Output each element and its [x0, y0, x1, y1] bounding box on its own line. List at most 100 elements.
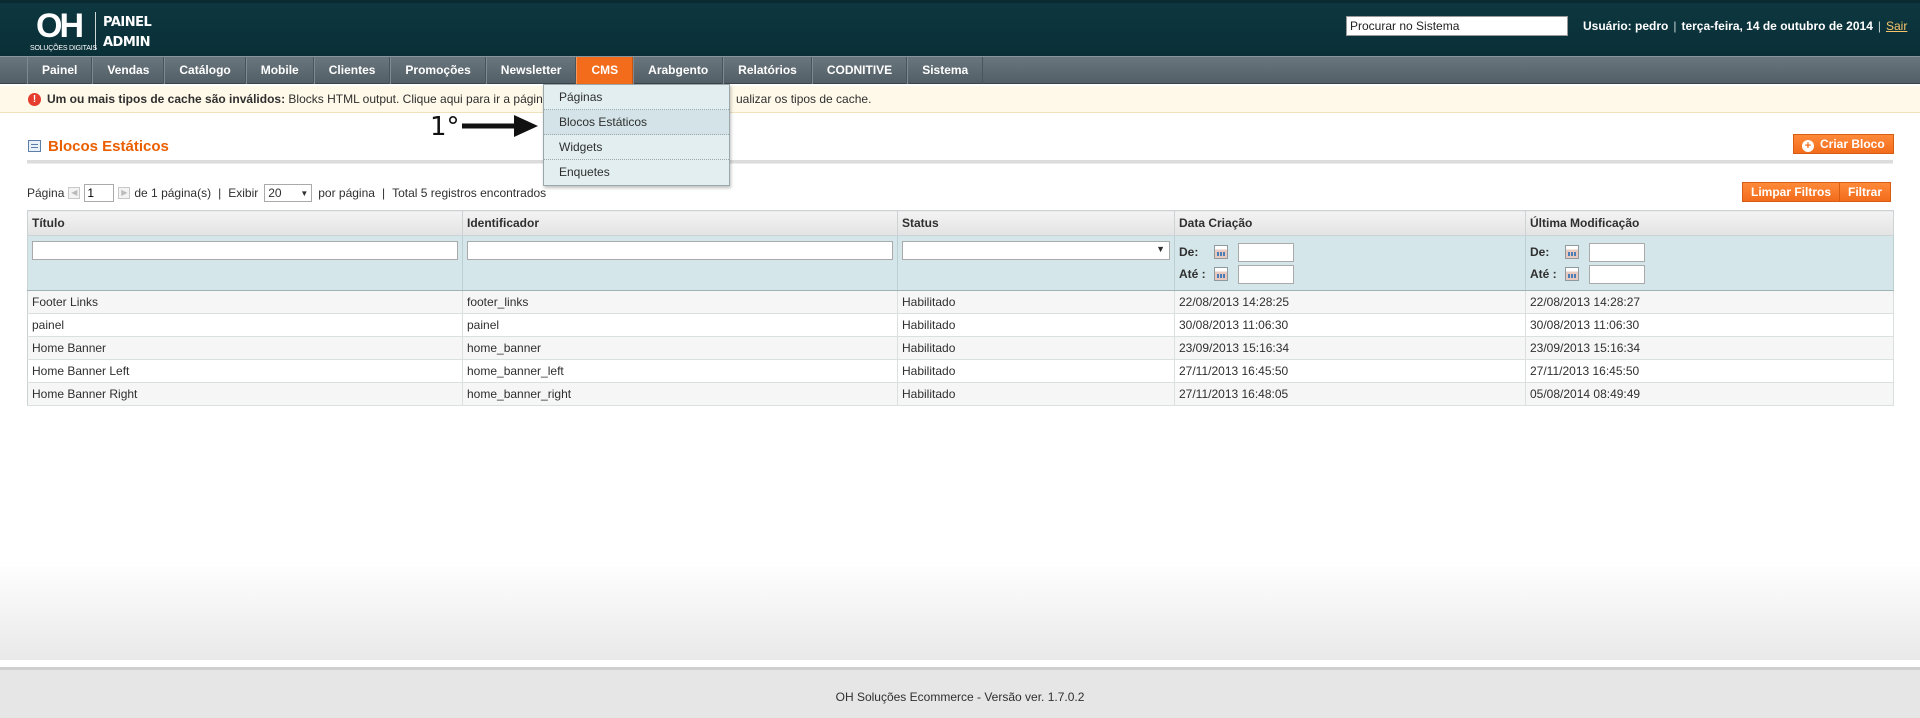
column-header[interactable]: Título: [27, 210, 463, 236]
search-button[interactable]: Filtrar: [1839, 182, 1892, 202]
table-row[interactable]: Home Banner home_banner Habilitado 23/09/20…: [27, 336, 1894, 360]
current-date: terça-feira, 14 de outubro de 2014: [1681, 19, 1873, 33]
nav-item-codnitive[interactable]: CODNITIVE: [811, 57, 908, 84]
to-label: Até :: [1179, 267, 1206, 281]
table-cell: painel: [462, 313, 898, 337]
column-header[interactable]: Última Modificação: [1525, 210, 1894, 236]
table-cell: Footer Links: [27, 290, 463, 314]
logout-link[interactable]: Sair: [1886, 19, 1907, 33]
nav-item-painel[interactable]: Painel: [27, 57, 93, 84]
filter-cell-identifier: [462, 235, 898, 291]
table-cell: 30/08/2013 11:06:30: [1525, 313, 1894, 337]
nav-item-newsletter[interactable]: Newsletter: [485, 57, 577, 84]
filter-cell-created: De: Até :: [1174, 235, 1526, 291]
calendar-icon[interactable]: [1565, 245, 1579, 259]
filter-row: De: Até : De: Até :: [27, 235, 1894, 291]
column-header[interactable]: Identificador: [462, 210, 898, 236]
per-page-select[interactable]: 20: [264, 184, 313, 202]
table-cell: Home Banner: [27, 336, 463, 360]
table-cell: Habilitado: [897, 359, 1175, 383]
separator: |: [381, 186, 386, 200]
prev-page-icon[interactable]: ◀: [68, 187, 81, 199]
main-nav: Painel Vendas Catálogo Mobile Clientes Promoç…: [0, 56, 1920, 84]
table-row[interactable]: painel painel Habilitado 30/08/2013 11:06:3…: [27, 313, 1894, 337]
table-cell: 27/11/2013 16:48:05: [1174, 382, 1526, 406]
create-block-button[interactable]: + Criar Bloco: [1793, 134, 1894, 154]
grid-body: Footer Links footer_links Habilitado 22/08/…: [27, 290, 1894, 406]
table-cell: Habilitado: [897, 290, 1175, 314]
calendar-icon[interactable]: [1214, 245, 1228, 259]
modified-from-input[interactable]: [1589, 242, 1645, 262]
notice-text-tail[interactable]: ualizar os tipos de cache.: [736, 86, 871, 112]
nav-item-cms[interactable]: CMS: [576, 57, 634, 84]
filter-identifier-input[interactable]: [467, 241, 893, 260]
nav-item-mobile[interactable]: Mobile: [245, 57, 314, 84]
cms-dropdown-menu: Páginas Blocos Estáticos Widgets Enquetes: [543, 84, 730, 186]
user-info: Usuário: pedro | terça-feira, 14 de outubr…: [1583, 19, 1907, 33]
column-header[interactable]: Data Criação: [1174, 210, 1526, 236]
of-pages: de 1 página(s): [134, 186, 212, 200]
grid-header-row: Título Identificador Status Data Criação Últ…: [27, 210, 1894, 236]
nav-item-catalogo[interactable]: Catálogo: [164, 57, 246, 84]
filter-cell-modified: De: Até :: [1525, 235, 1894, 291]
user-label: Usuário: pedro: [1583, 19, 1669, 33]
table-row[interactable]: Footer Links footer_links Habilitado 22/08/…: [27, 290, 1894, 314]
annotation-label-1: 1°: [430, 112, 460, 142]
logo-divider: [95, 12, 96, 50]
page-number-input[interactable]: [84, 184, 115, 202]
plus-icon: +: [1802, 140, 1814, 152]
table-cell: 30/08/2013 11:06:30: [1174, 313, 1526, 337]
table-row[interactable]: Home Banner Right home_banner_right Habili…: [27, 382, 1894, 406]
blocks-grid: Título Identificador Status Data Criação Últ…: [27, 210, 1894, 406]
global-search-input[interactable]: [1346, 16, 1568, 36]
filter-status-select[interactable]: [902, 241, 1170, 260]
reset-filter-button[interactable]: Limpar Filtros: [1742, 182, 1841, 202]
cms-menu-item[interactable]: Enquetes: [544, 160, 729, 185]
table-cell: Home Banner Left: [27, 359, 463, 383]
table-cell: Home Banner Right: [27, 382, 463, 406]
column-header[interactable]: Status: [897, 210, 1175, 236]
table-cell: 23/09/2013 15:16:34: [1525, 336, 1894, 360]
footer: OH Soluções Ecommerce - Versão ver. 1.7.…: [0, 667, 1920, 718]
modified-from-row: De:: [1530, 241, 1889, 263]
nav-item-clientes[interactable]: Clientes: [313, 57, 391, 84]
modified-to-input[interactable]: [1589, 264, 1645, 284]
table-cell: home_banner: [462, 336, 898, 360]
created-from-row: De:: [1179, 241, 1521, 263]
nav-item-promocoes[interactable]: Promoções: [390, 57, 486, 84]
notice-bold: Um ou mais tipos de cache são inválidos:: [47, 92, 286, 106]
created-to-input[interactable]: [1238, 264, 1294, 284]
calendar-icon[interactable]: [1565, 267, 1579, 281]
cms-menu-item[interactable]: Páginas: [544, 85, 729, 110]
logo-mark: OH: [36, 7, 84, 45]
error-icon: !: [28, 93, 41, 106]
next-page-icon[interactable]: ▶: [118, 187, 131, 199]
logo[interactable]: OH SOLUÇÕES DIGITAIS: [30, 7, 97, 53]
brand-title: PAINEL ADMIN: [103, 13, 152, 53]
logo-subtitle: SOLUÇÕES DIGITAIS: [30, 45, 97, 52]
notice-link[interactable]: Blocks HTML output. Clique aqui para ir …: [285, 92, 542, 106]
nav-item-relatorios[interactable]: Relatórios: [723, 57, 812, 84]
create-block-label: Criar Bloco: [1820, 137, 1885, 151]
nav-item-sistema[interactable]: Sistema: [907, 57, 984, 84]
nav-item-vendas[interactable]: Vendas: [92, 57, 165, 84]
grid-icon: [28, 140, 41, 152]
separator: |: [1877, 19, 1881, 33]
filter-title-input[interactable]: [32, 241, 458, 260]
table-cell: 05/08/2014 08:49:49: [1525, 382, 1894, 406]
created-to-row: Até :: [1179, 263, 1521, 285]
filter-cell-title: [27, 235, 463, 291]
table-cell: home_banner_right: [462, 382, 898, 406]
table-cell: 27/11/2013 16:45:50: [1174, 359, 1526, 383]
created-from-input[interactable]: [1238, 242, 1294, 262]
cms-menu-item[interactable]: Widgets: [544, 135, 729, 160]
cms-menu-item[interactable]: Blocos Estáticos: [544, 110, 729, 135]
view-label: Exibir: [228, 186, 259, 200]
header-bar: OH SOLUÇÕES DIGITAIS PAINEL ADMIN Usuári…: [0, 0, 1920, 56]
table-row[interactable]: Home Banner Left home_banner_left Habilita…: [27, 359, 1894, 383]
calendar-icon[interactable]: [1214, 267, 1228, 281]
nav-item-arabgento[interactable]: Arabgento: [633, 57, 724, 84]
total-records: Total 5 registros encontrados: [392, 186, 547, 200]
table-cell: Habilitado: [897, 313, 1175, 337]
table-cell: Habilitado: [897, 382, 1175, 406]
